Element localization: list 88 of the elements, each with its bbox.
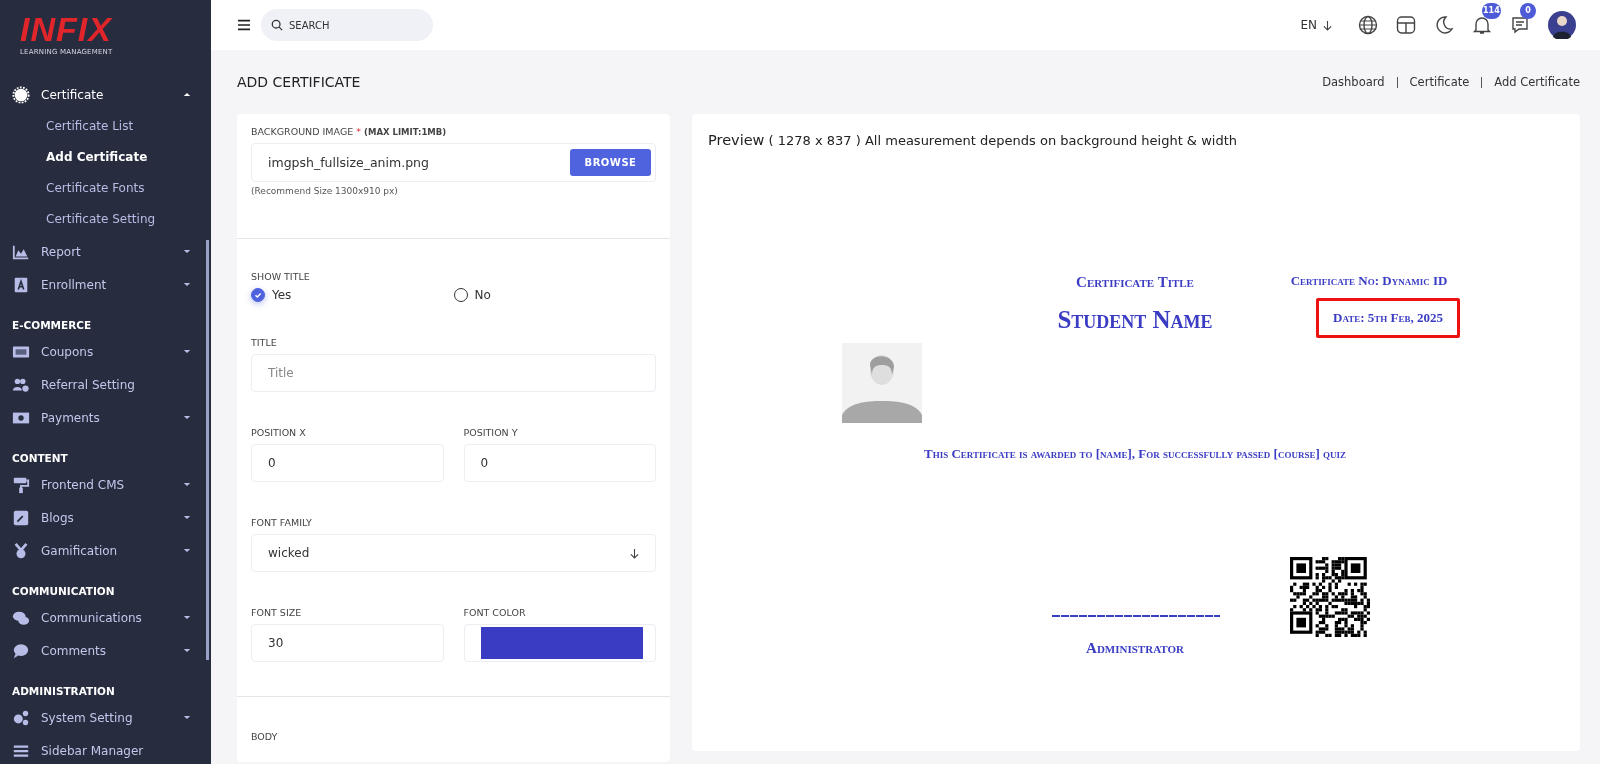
field-label: FONT SIZE	[251, 607, 303, 618]
certificate-title: Certificate Title	[1076, 273, 1194, 291]
qr-code-icon	[1290, 557, 1370, 637]
preview-heading: Preview ( 1278 x 837 ) All measurement depends on background height & width	[707, 131, 1238, 150]
sidebar-item[interactable]: Frontend CMS	[0, 468, 211, 501]
sidebar-item[interactable]: Blogs	[0, 501, 211, 534]
person-placeholder-icon	[842, 343, 922, 423]
radio-label: Yes	[272, 288, 292, 302]
menu-icon[interactable]	[237, 19, 251, 31]
badge-icon	[12, 85, 30, 104]
title-field[interactable]: Title	[251, 354, 656, 392]
field-label: FONT FAMILY	[251, 517, 313, 528]
globe-icon[interactable]	[1358, 15, 1378, 35]
sidebar-item[interactable]: Communications	[0, 601, 211, 634]
bell-icon[interactable]	[1472, 15, 1492, 35]
certificate-body: This Certificate is awarded to [name], For successfully passed [course] quiz	[924, 446, 1346, 462]
breadcrumb-link[interactable]: Certificate	[1409, 75, 1470, 89]
arrow-down-icon	[1323, 19, 1332, 31]
speech-bubble-icon	[12, 641, 30, 660]
moon-icon[interactable]	[1434, 15, 1454, 35]
section-heading: ADMINISTRATION	[11, 684, 116, 699]
field-label: POSITION X	[251, 427, 307, 438]
caret-icon	[183, 415, 191, 420]
position-x-field[interactable]: 0	[251, 444, 444, 482]
layout-icon[interactable]	[1396, 15, 1416, 35]
radio-label: No	[474, 288, 491, 302]
student-name: Student Name	[1057, 306, 1213, 334]
sidebar-item[interactable]: Gamification	[0, 534, 211, 567]
avatar[interactable]	[1548, 11, 1576, 39]
field-hint: (Recommend Size 1300x910 px)	[251, 186, 399, 198]
caret-icon	[183, 615, 191, 620]
sidebar-item[interactable]: Coupons	[0, 335, 211, 368]
paint-roller-icon	[12, 475, 30, 494]
certificate-number: Certificate No: Dynamic ID	[1290, 273, 1448, 289]
caret-icon	[183, 715, 191, 720]
field-label: TITLE	[251, 337, 278, 348]
field-label: SHOW TITLE	[251, 271, 311, 282]
sidebar-item[interactable]: Payments	[0, 401, 211, 434]
radio-button[interactable]	[251, 288, 265, 302]
letter-icon	[12, 275, 30, 294]
submenu-item[interactable]: Certificate Setting	[0, 204, 211, 235]
field-label: FONT COLOR	[463, 607, 527, 618]
caret-icon	[183, 515, 191, 520]
signature-label: Administrator	[1086, 639, 1184, 657]
submenu-item[interactable]: Add Certificate	[0, 142, 211, 173]
search-field[interactable]: SEARCH	[261, 9, 433, 41]
notification-count: 114	[1482, 3, 1501, 19]
caret-icon	[183, 548, 191, 553]
section-heading: COMMUNICATION	[11, 584, 116, 599]
search-icon	[271, 19, 283, 31]
sidebar-item[interactable]: System Setting	[0, 701, 211, 734]
sidebar-item[interactable]: Enrollment	[0, 268, 211, 301]
breadcrumb-link[interactable]: Dashboard	[1322, 75, 1385, 89]
caret-icon	[183, 482, 191, 487]
section-heading: CONTENT	[11, 451, 69, 466]
language-selector[interactable]: EN	[1300, 18, 1332, 32]
caret-icon	[183, 92, 191, 97]
font-size-field[interactable]: 30	[251, 624, 444, 662]
color-picker[interactable]	[463, 624, 656, 662]
position-y-field[interactable]: 0	[463, 444, 656, 482]
message-icon[interactable]	[1510, 15, 1530, 35]
caret-icon	[183, 648, 191, 653]
sidebar-item[interactable]: Certificate	[0, 78, 211, 111]
caret-icon	[183, 282, 191, 287]
caret-icon	[183, 349, 191, 354]
browse-button[interactable]: BROWSE	[570, 149, 651, 176]
breadcrumb-link[interactable]: Add Certificate	[1494, 75, 1580, 89]
check-icon	[253, 290, 263, 300]
field-label: BODY	[251, 731, 279, 742]
sidebar-item[interactable]: Report	[0, 235, 211, 268]
field-label: POSITION Y	[463, 427, 519, 438]
submenu-item[interactable]: Certificate Fonts	[0, 173, 211, 204]
sidebar-item[interactable]: Comments	[0, 634, 211, 667]
font-family-dropdown[interactable]: wicked	[251, 534, 656, 572]
caret-icon	[183, 249, 191, 254]
medal-icon	[12, 541, 30, 560]
page-title: ADD CERTIFICATE	[237, 74, 361, 90]
message-count: 0	[1520, 3, 1536, 19]
submenu-item[interactable]: Certificate List	[0, 111, 211, 142]
arrow-down-icon	[630, 547, 639, 559]
field-label: BACKGROUND IMAGE * (MAX LIMIT:1MB)	[251, 126, 448, 137]
sidebar-item[interactable]: Sidebar Manager	[0, 734, 211, 764]
section-heading: E-COMMERCE	[11, 318, 93, 333]
logo-title: INFIX	[20, 12, 114, 46]
pencil-icon	[12, 508, 30, 527]
file-field[interactable]: imgpsh_fullsize_anim.png BROWSE	[251, 143, 656, 182]
sidebar-item[interactable]: Referral Setting	[0, 368, 211, 401]
certificate-date[interactable]: Date: 5th Feb, 2025	[1316, 298, 1460, 338]
